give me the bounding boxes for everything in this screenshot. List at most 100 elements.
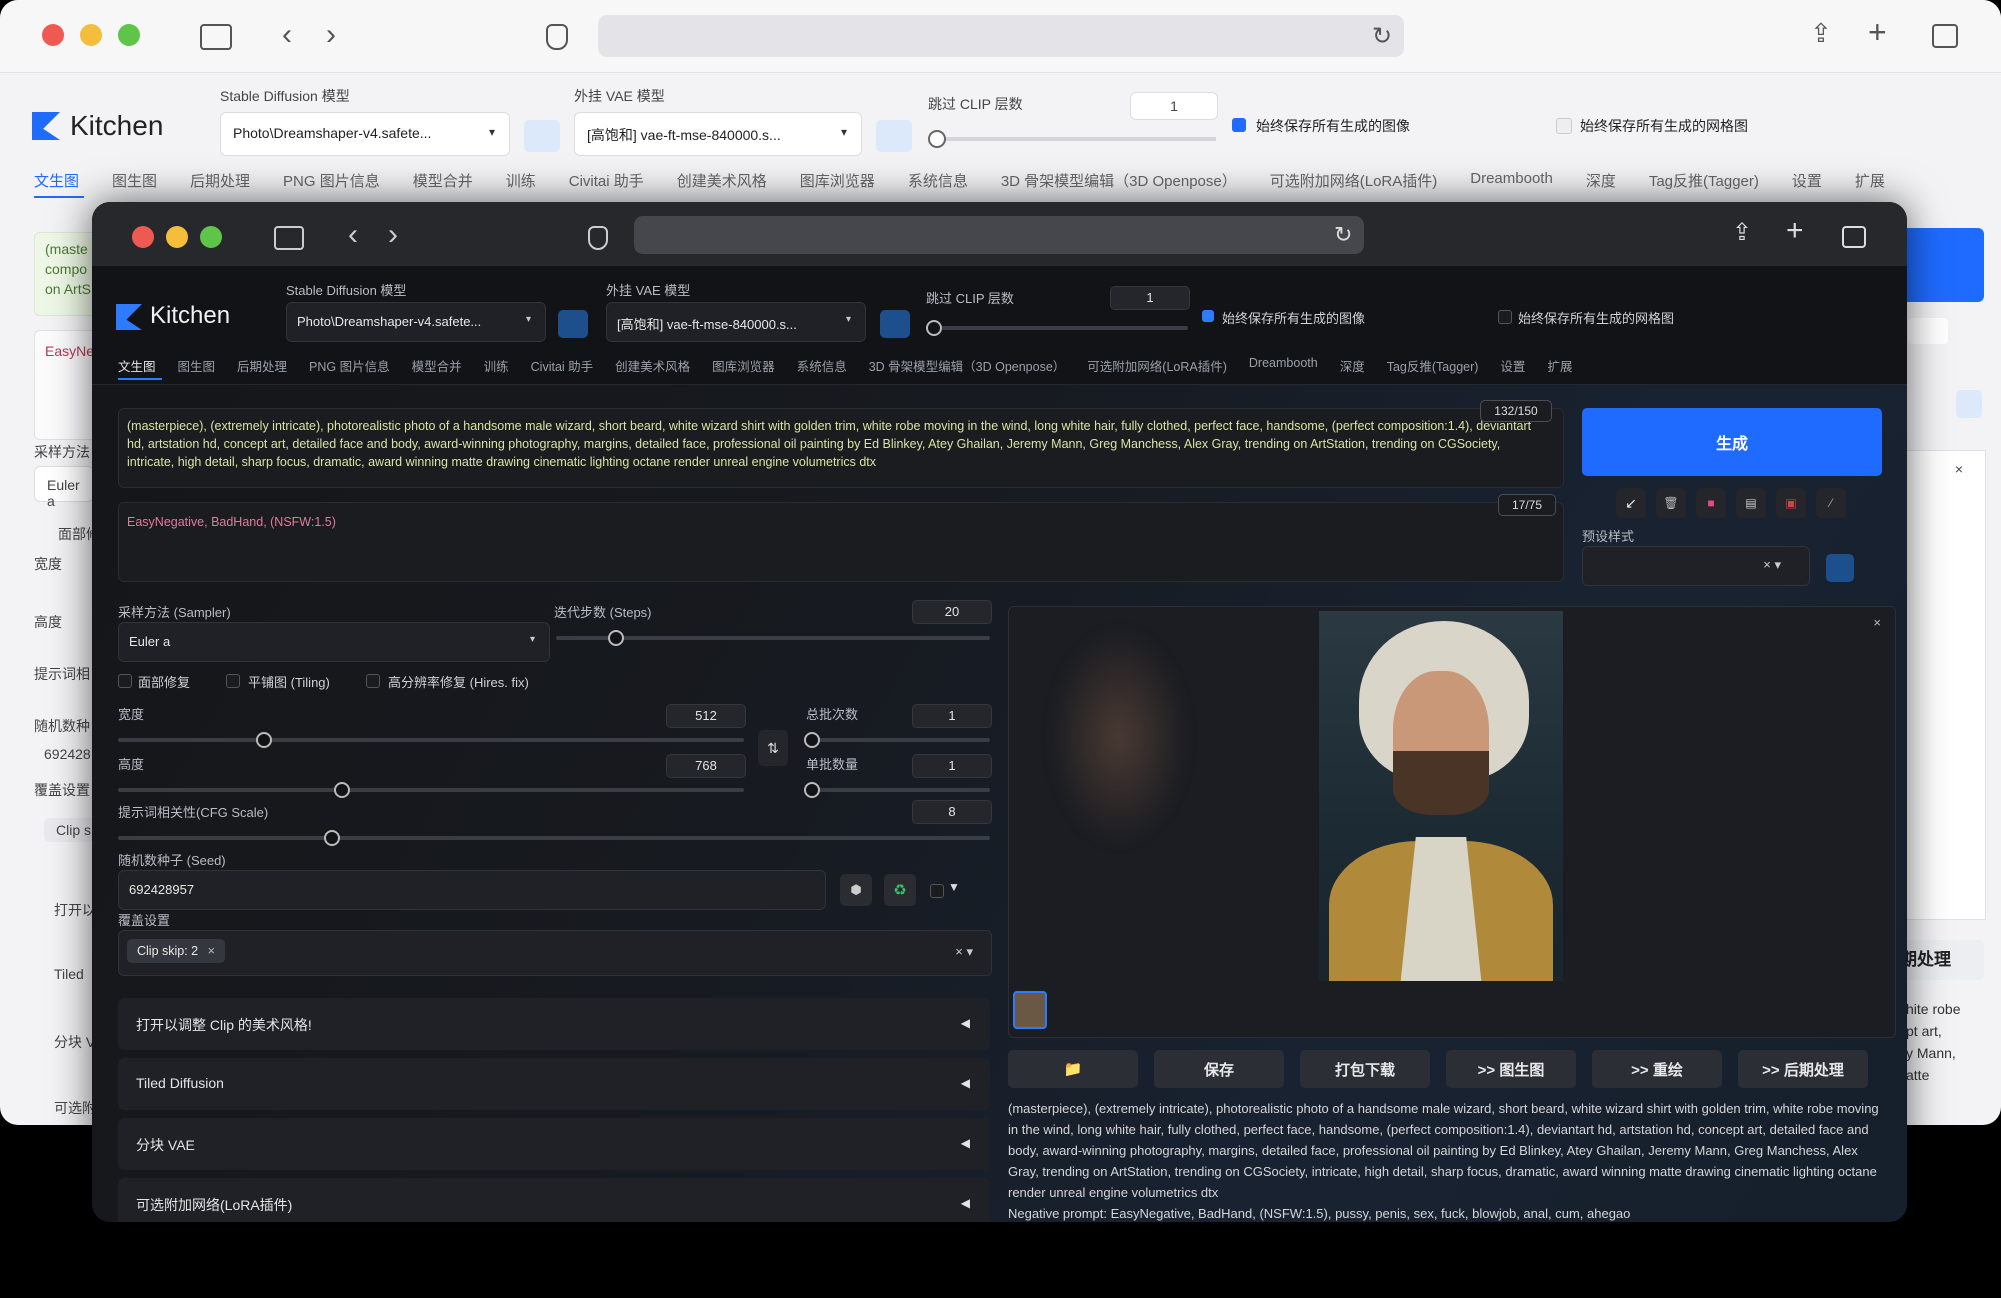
negative-prompt-textarea[interactable]: EasyNegative, BadHand, (NSFW:1.5) xyxy=(118,502,1564,582)
width-input[interactable]: 512 xyxy=(666,704,746,728)
back-icon[interactable]: ‹ xyxy=(348,218,358,252)
tab-14[interactable]: Tag反推(Tagger) xyxy=(1649,170,1759,196)
batch-size-input[interactable]: 1 xyxy=(912,754,992,778)
generate-button[interactable]: 生成 xyxy=(1582,408,1882,476)
new-tab-icon[interactable]: + xyxy=(1868,14,1887,51)
width-slider[interactable] xyxy=(118,738,744,742)
forward-icon[interactable]: › xyxy=(388,218,398,252)
zoom-window-button[interactable] xyxy=(118,24,140,46)
tab-8[interactable]: 图库浏览器 xyxy=(712,356,775,378)
minimize-window-button[interactable] xyxy=(166,226,188,248)
address-bar[interactable] xyxy=(634,216,1364,254)
vae-select[interactable]: [高饱和] vae-ft-mse-840000.s... ▾ xyxy=(606,302,866,342)
vae-select[interactable]: [高饱和] vae-ft-mse-840000.s... ▾ xyxy=(574,112,862,156)
styles-select[interactable]: × ▾ xyxy=(1582,546,1810,586)
close-gallery-icon[interactable]: × xyxy=(1873,615,1881,630)
output-button-2[interactable]: >> 图生图 xyxy=(1446,1050,1576,1088)
batch-size-slider[interactable] xyxy=(806,788,990,792)
prompt-textarea[interactable]: (masterpiece), (extremely intricate), ph… xyxy=(118,408,1564,488)
accordion-lora[interactable]: 可选附加网络(LoRA插件) ◀ xyxy=(118,1178,990,1222)
refresh-models-button[interactable] xyxy=(524,120,560,152)
clip-skip-input[interactable]: 1 xyxy=(1110,286,1190,310)
tab-15[interactable]: 设置 xyxy=(1792,170,1822,196)
random-seed-dice-icon[interactable]: ⬢ xyxy=(840,874,872,906)
tab-14[interactable]: Tag反推(Tagger) xyxy=(1387,356,1479,378)
output-button-1[interactable]: 打包下载 xyxy=(1300,1050,1430,1088)
tab-13[interactable]: 深度 xyxy=(1340,356,1365,378)
cfg-knob[interactable] xyxy=(324,830,340,846)
accordion-tiled-vae[interactable]: 分块 VAE ◀ xyxy=(118,1118,990,1170)
tab-10[interactable]: 3D 骨架模型编辑（3D Openpose） xyxy=(1001,170,1237,196)
tab-4[interactable]: 模型合并 xyxy=(413,170,473,196)
cfg-input[interactable]: 8 xyxy=(912,800,992,824)
clip-skip-knob[interactable] xyxy=(926,320,942,336)
refresh-styles-button[interactable] xyxy=(1826,554,1854,582)
tiling-checkbox[interactable] xyxy=(226,674,240,688)
save-images-checkbox[interactable] xyxy=(1202,310,1214,322)
save-style-icon[interactable]: ▣ xyxy=(1776,488,1806,518)
refresh-vae-button[interactable] xyxy=(880,310,910,338)
tab-16[interactable]: 扩展 xyxy=(1855,170,1885,196)
tab-7[interactable]: 创建美术风格 xyxy=(615,356,690,378)
share-icon[interactable]: ⇪ xyxy=(1732,218,1752,247)
tab-8[interactable]: 图库浏览器 xyxy=(800,170,875,196)
save-grids-checkbox[interactable] xyxy=(1556,118,1572,134)
tab-10[interactable]: 3D 骨架模型编辑（3D Openpose） xyxy=(869,356,1066,378)
tab-7[interactable]: 创建美术风格 xyxy=(677,170,767,196)
magic-wand-icon[interactable]: ⁄ xyxy=(1816,488,1846,518)
tab-3[interactable]: PNG 图片信息 xyxy=(283,170,380,196)
minimize-window-button[interactable] xyxy=(80,24,102,46)
seed-input[interactable]: 692428957 xyxy=(118,870,826,910)
tab-13[interactable]: 深度 xyxy=(1586,170,1616,196)
tab-1[interactable]: 图生图 xyxy=(178,356,216,378)
tab-12[interactable]: Dreambooth xyxy=(1470,170,1553,196)
privacy-shield-icon[interactable] xyxy=(546,24,568,50)
tab-15[interactable]: 设置 xyxy=(1500,356,1525,378)
output-button-0[interactable]: 保存 xyxy=(1154,1050,1284,1088)
refresh-vae-button[interactable] xyxy=(876,120,912,152)
swap-dimensions-icon[interactable]: ⇅ xyxy=(758,730,788,766)
refresh-models-button[interactable] xyxy=(558,310,588,338)
clip-skip-slider[interactable] xyxy=(930,137,1216,141)
open-folder-icon[interactable]: 📁 xyxy=(1008,1050,1138,1088)
sampler-select[interactable]: Euler a ▾ xyxy=(118,622,550,662)
tab-6[interactable]: Civitai 助手 xyxy=(531,356,594,378)
save-grids-checkbox[interactable] xyxy=(1498,310,1512,324)
tab-3[interactable]: PNG 图片信息 xyxy=(309,356,390,378)
hires-checkbox[interactable] xyxy=(366,674,380,688)
save-images-checkbox[interactable] xyxy=(1232,118,1246,132)
height-knob[interactable] xyxy=(334,782,350,798)
clipboard-icon[interactable]: ▤ xyxy=(1736,488,1766,518)
accordion-tiled-diffusion[interactable]: Tiled Diffusion ◀ xyxy=(118,1058,990,1110)
face-restore-checkbox[interactable] xyxy=(118,674,132,688)
reload-icon[interactable]: ↻ xyxy=(1334,222,1352,248)
thumbnail-item[interactable] xyxy=(1013,991,1047,1029)
extra-seed-checkbox[interactable] xyxy=(930,884,944,898)
sidebar-toggle-icon[interactable] xyxy=(200,24,232,50)
cfg-slider[interactable] xyxy=(118,836,990,840)
clip-skip-input[interactable]: 1 xyxy=(1130,92,1218,120)
tab-2[interactable]: 后期处理 xyxy=(190,170,250,196)
output-button-4[interactable]: >> 后期处理 xyxy=(1738,1050,1868,1088)
tab-overview-icon[interactable] xyxy=(1932,24,1958,48)
read-params-icon[interactable]: ↙ xyxy=(1616,488,1646,518)
batch-size-knob[interactable] xyxy=(804,782,820,798)
batch-count-knob[interactable] xyxy=(804,732,820,748)
reload-icon[interactable]: ↻ xyxy=(1372,22,1392,51)
tab-5[interactable]: 训练 xyxy=(484,356,509,378)
tab-5[interactable]: 训练 xyxy=(506,170,536,196)
tab-11[interactable]: 可选附加网络(LoRA插件) xyxy=(1087,356,1227,378)
forward-icon[interactable]: › xyxy=(326,18,336,52)
new-tab-icon[interactable]: + xyxy=(1786,214,1804,248)
privacy-shield-icon[interactable] xyxy=(588,226,608,250)
tab-9[interactable]: 系统信息 xyxy=(908,170,968,196)
clip-skip-knob[interactable] xyxy=(928,130,946,148)
height-slider[interactable] xyxy=(118,788,744,792)
sd-model-select[interactable]: Photo\Dreamshaper-v4.safete... ▾ xyxy=(220,112,510,156)
height-input[interactable]: 768 xyxy=(666,754,746,778)
steps-knob[interactable] xyxy=(608,630,624,646)
batch-count-slider[interactable] xyxy=(806,738,990,742)
back-icon[interactable]: ‹ xyxy=(282,18,292,52)
accordion-clip-style[interactable]: 打开以调整 Clip 的美术风格! ◀ xyxy=(118,998,990,1050)
override-chip[interactable]: Clip skip: 2 × xyxy=(127,939,225,963)
